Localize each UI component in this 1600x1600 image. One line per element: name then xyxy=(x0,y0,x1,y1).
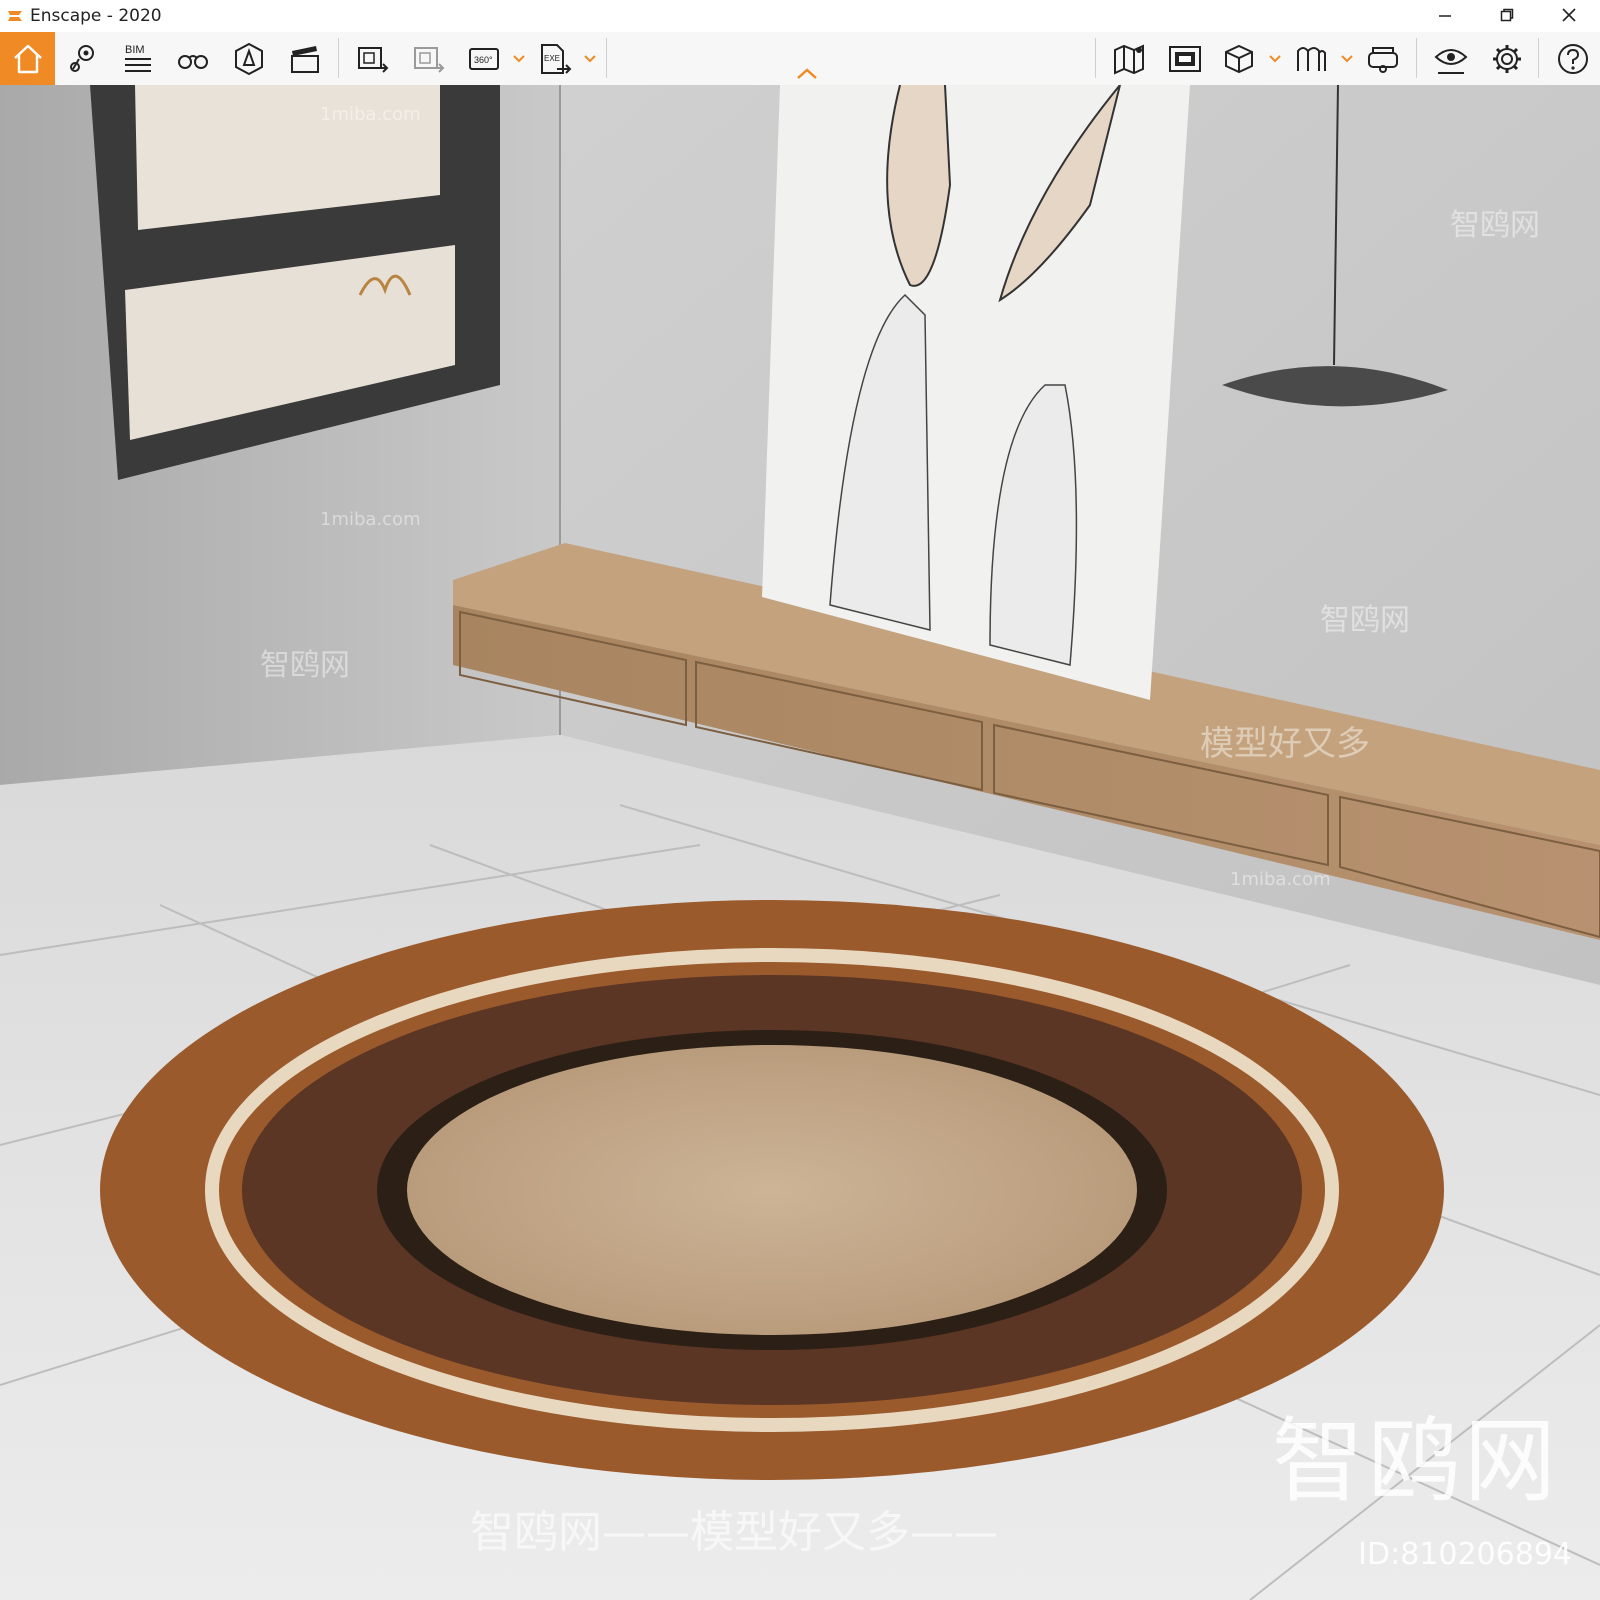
chevron-down-icon xyxy=(513,54,525,62)
round-rug xyxy=(100,900,1444,1480)
watermark-text: 智鸥网 xyxy=(1320,603,1410,638)
toolbar-separator xyxy=(1538,38,1539,78)
vr-headset-icon xyxy=(1368,46,1398,73)
restore-icon xyxy=(1500,8,1514,22)
watermark-text: 模型好又多 xyxy=(1200,724,1370,764)
asset-dropdown[interactable] xyxy=(1268,32,1282,85)
batch-render-disabled-icon xyxy=(414,46,445,73)
clapper-icon xyxy=(291,45,319,73)
scene-render: 1miba.com 智鸥网 1miba.com 智鸥网 1miba.com 智鸥… xyxy=(0,85,1600,1600)
batch-render-icon xyxy=(358,46,389,73)
close-button[interactable] xyxy=(1538,0,1600,30)
help-icon xyxy=(1558,43,1588,74)
home-button[interactable] xyxy=(0,32,55,85)
bim-icon: BIM xyxy=(125,44,151,72)
eye-settings-icon xyxy=(1434,48,1468,74)
gear-icon xyxy=(1493,44,1521,73)
chevron-down-icon xyxy=(1341,54,1353,62)
binoculars-icon xyxy=(178,54,208,69)
atmosphere-button[interactable] xyxy=(224,32,274,85)
panorama-360-icon: 360° xyxy=(469,47,499,70)
bim-button[interactable]: BIM xyxy=(112,32,162,85)
asset-library-button[interactable] xyxy=(1214,32,1264,85)
panorama-label: 360° xyxy=(474,55,493,65)
watermark-text: 智鸥网 xyxy=(260,648,350,683)
minimize-button[interactable] xyxy=(1414,0,1476,30)
render-viewport[interactable]: 1miba.com 智鸥网 1miba.com 智鸥网 1miba.com 智鸥… xyxy=(0,85,1600,1600)
toolbar-separator xyxy=(1416,38,1417,78)
close-icon xyxy=(1562,8,1576,22)
help-button[interactable] xyxy=(1548,32,1598,85)
watermark-text: 1miba.com xyxy=(320,509,421,530)
title-bar: Enscape - 2020 xyxy=(0,0,1600,32)
views-dropdown[interactable] xyxy=(1340,32,1354,85)
screenshot-icon xyxy=(1169,45,1201,72)
location-button[interactable] xyxy=(58,32,108,85)
enscape-logo-icon xyxy=(4,5,26,27)
watermark-text: 智鸥网 xyxy=(1450,208,1540,243)
visual-settings-button[interactable] xyxy=(1426,32,1476,85)
batch-render-disabled-button[interactable] xyxy=(404,32,454,85)
chevron-up-icon xyxy=(797,68,817,79)
views-icon xyxy=(1297,46,1326,71)
window-title: Enscape - 2020 xyxy=(30,6,162,26)
toolbar-separator xyxy=(606,38,607,78)
watermark-text: 1miba.com xyxy=(320,104,421,125)
toolbar-separator xyxy=(1095,38,1096,78)
minimize-icon xyxy=(1439,15,1451,17)
sun-icon xyxy=(235,42,263,75)
map-icon xyxy=(1114,43,1144,75)
panorama-button[interactable]: 360° xyxy=(460,32,510,85)
collapse-toolbar-button[interactable] xyxy=(790,64,824,84)
location-pin-icon xyxy=(70,44,94,72)
watermark-text: 1miba.com xyxy=(1230,869,1331,890)
wall-painting xyxy=(762,85,1190,700)
export-exe-icon: EXE xyxy=(541,43,572,74)
export-exe-button[interactable]: EXE xyxy=(530,32,580,85)
export-dropdown[interactable] xyxy=(583,32,597,85)
chevron-down-icon xyxy=(1269,54,1281,62)
toolbar-separator xyxy=(338,38,339,78)
views-button[interactable] xyxy=(1286,32,1336,85)
bim-label: BIM xyxy=(125,44,145,56)
panorama-dropdown[interactable] xyxy=(512,32,526,85)
video-editor-button[interactable] xyxy=(280,32,330,85)
settings-button[interactable] xyxy=(1482,32,1532,85)
map-button[interactable] xyxy=(1104,32,1154,85)
exe-label: EXE xyxy=(544,54,560,63)
cube-icon xyxy=(1225,44,1253,73)
screenshot-button[interactable] xyxy=(1160,32,1210,85)
batch-render-button[interactable] xyxy=(348,32,398,85)
restore-button[interactable] xyxy=(1476,0,1538,30)
chevron-down-icon xyxy=(584,54,596,62)
walk-mode-button[interactable] xyxy=(168,32,218,85)
home-icon xyxy=(13,44,42,73)
vr-headset-button[interactable] xyxy=(1358,32,1408,85)
